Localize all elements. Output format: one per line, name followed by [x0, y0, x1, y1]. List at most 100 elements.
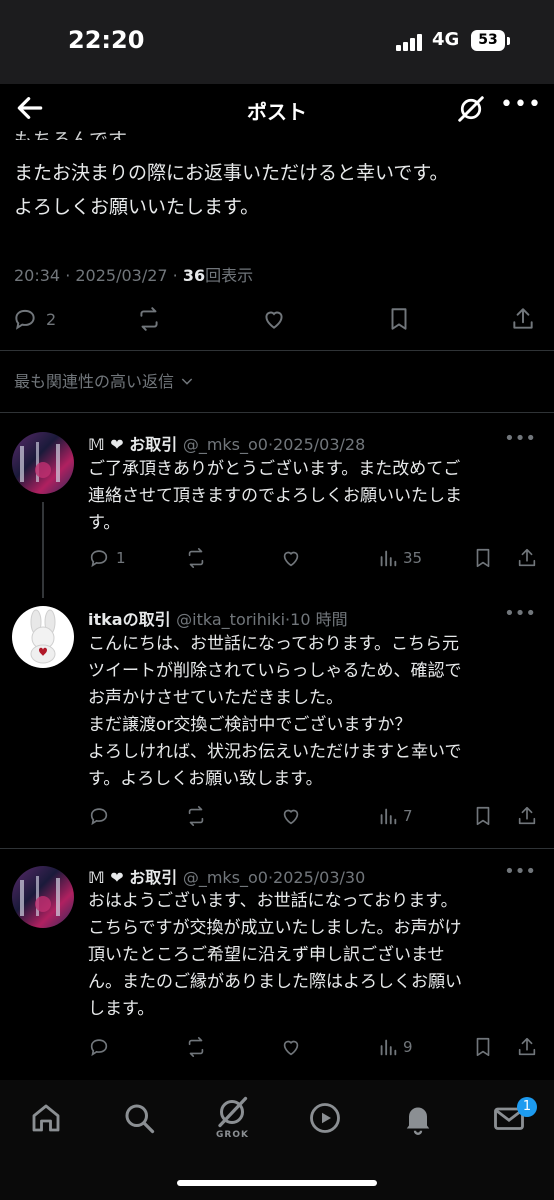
author-name: 𝕄 ❤ お取引: [88, 435, 178, 454]
views-button[interactable]: 7: [377, 805, 413, 827]
reply-button[interactable]: [88, 805, 110, 827]
reply-icon: [15, 309, 35, 330]
divider: [0, 350, 554, 351]
reply-button[interactable]: [88, 1036, 110, 1058]
views-button[interactable]: 35: [377, 547, 422, 569]
home-icon[interactable]: [28, 1100, 64, 1136]
reply-count: 1: [116, 549, 126, 567]
thread-line: [42, 502, 44, 598]
grok-label: GROK: [216, 1130, 249, 1140]
post-text: またお決まりの際にお返事いただけると幸いです。 よろしくお願いいたします。: [14, 156, 449, 224]
author-handle: @_mks_o0·2025/03/30: [182, 868, 366, 887]
bookmark-button[interactable]: [472, 805, 494, 827]
battery-tip: [507, 37, 510, 45]
repost-button[interactable]: [185, 547, 207, 569]
like-button[interactable]: [261, 306, 287, 332]
video-icon[interactable]: [307, 1100, 343, 1136]
repost-button[interactable]: [185, 1036, 207, 1058]
rabbit-avatar-image: [30, 609, 56, 664]
reply-button[interactable]: 1: [88, 547, 126, 569]
repost-icon: [188, 1037, 204, 1057]
bookmark-icon: [476, 806, 490, 826]
grok-icon[interactable]: [456, 94, 486, 124]
avatar[interactable]: [12, 432, 74, 494]
repost-button[interactable]: [185, 805, 207, 827]
reply-sort-dropdown[interactable]: 最も関連性の高い返信: [14, 368, 195, 392]
post-line: よろしくお願いいたします。: [14, 196, 260, 218]
bookmark-button[interactable]: [472, 1036, 494, 1058]
reply-text: おはようございます、お世話になっております。 こちらですが交換が成立いたしました…: [88, 891, 462, 1019]
share-icon: [518, 806, 536, 825]
reply-text: ご了承頂きありがとうございます。また改めてご 連絡させて頂きますのでよろしくお願…: [88, 459, 462, 533]
share-button[interactable]: [516, 1036, 538, 1058]
reply-author[interactable]: itkaの取引 @itka_torihiki·10 時間: [88, 606, 348, 630]
messages-badge: 1: [517, 1097, 537, 1117]
repost-icon: [140, 307, 158, 331]
post-timestamp: 20:34 · 2025/03/27 ·: [14, 266, 183, 285]
bell-icon[interactable]: [400, 1100, 436, 1136]
views-icon: [380, 550, 397, 567]
reply-icon: [90, 808, 108, 826]
views-icon: [380, 1039, 397, 1056]
repost-button[interactable]: [136, 306, 162, 332]
more-icon[interactable]: •••: [504, 428, 536, 449]
search-icon[interactable]: [121, 1100, 157, 1136]
like-button[interactable]: [280, 805, 302, 827]
author-handle: @_mks_o0·2025/03/28: [182, 435, 366, 454]
views-icon: [380, 808, 397, 825]
view-count: 35: [403, 549, 423, 567]
reply-icon: [90, 1039, 108, 1057]
view-count: 9: [403, 1038, 413, 1056]
status-bar: 22:20 4G 53: [0, 0, 554, 84]
reply-text: こんにちは、お世話になっております。こちら元 ツイートが削除されていらっしゃるた…: [88, 634, 462, 789]
heart-icon: [283, 551, 299, 567]
reply-button[interactable]: 2: [12, 306, 56, 332]
divider: [0, 412, 554, 413]
avatar[interactable]: [12, 866, 74, 928]
more-icon[interactable]: •••: [504, 861, 536, 882]
bookmark-icon: [391, 308, 407, 330]
view-count: 36: [182, 266, 206, 285]
grok-icon[interactable]: [214, 1094, 250, 1130]
avatar-image: [20, 442, 60, 482]
avatar-image: [20, 876, 60, 916]
reply-count: 2: [46, 309, 57, 329]
reply-icon: [90, 550, 108, 568]
share-icon: [518, 548, 536, 567]
heart-icon: [265, 311, 283, 329]
reply-author[interactable]: 𝕄 ❤ お取引 @_mks_o0·2025/03/28: [88, 431, 365, 455]
bookmark-button[interactable]: [472, 547, 494, 569]
post-actions: 2: [0, 306, 554, 338]
view-count: 7: [403, 807, 413, 825]
share-icon: [518, 1037, 536, 1056]
divider: [0, 848, 554, 849]
reply-author[interactable]: 𝕄 ❤ お取引 @_mks_o0·2025/03/30: [88, 864, 365, 888]
home-indicator[interactable]: [177, 1180, 377, 1186]
battery-icon: 53: [471, 30, 505, 51]
like-button[interactable]: [280, 547, 302, 569]
share-button[interactable]: [516, 805, 538, 827]
author-handle: @itka_torihiki·10 時間: [176, 610, 348, 629]
bookmark-button[interactable]: [386, 306, 412, 332]
repost-icon: [188, 806, 204, 826]
more-icon[interactable]: •••: [504, 603, 536, 624]
share-button[interactable]: [510, 306, 536, 332]
bookmark-icon: [476, 1037, 490, 1057]
network-type: 4G: [432, 29, 460, 50]
avatar[interactable]: [12, 606, 74, 668]
author-name: itkaの取引: [88, 610, 171, 629]
signal-icon: [396, 33, 426, 51]
views-button[interactable]: 9: [377, 1036, 413, 1058]
chevron-down-icon: [181, 378, 193, 385]
like-button[interactable]: [280, 1036, 302, 1058]
post-text-partial: もちろんです。: [14, 129, 145, 140]
heart-icon: [283, 1040, 299, 1056]
post-meta: 20:34 · 2025/03/27 · 36回表示: [14, 262, 253, 286]
post-line: またお決まりの際にお返事いただけると幸いです。: [14, 162, 449, 184]
sort-label: 最も関連性の高い返信: [14, 372, 175, 391]
heart-icon: [283, 809, 299, 825]
author-name: 𝕄 ❤ お取引: [88, 868, 178, 887]
share-button[interactable]: [516, 547, 538, 569]
repost-icon: [188, 548, 204, 568]
more-icon[interactable]: •••: [500, 92, 542, 117]
